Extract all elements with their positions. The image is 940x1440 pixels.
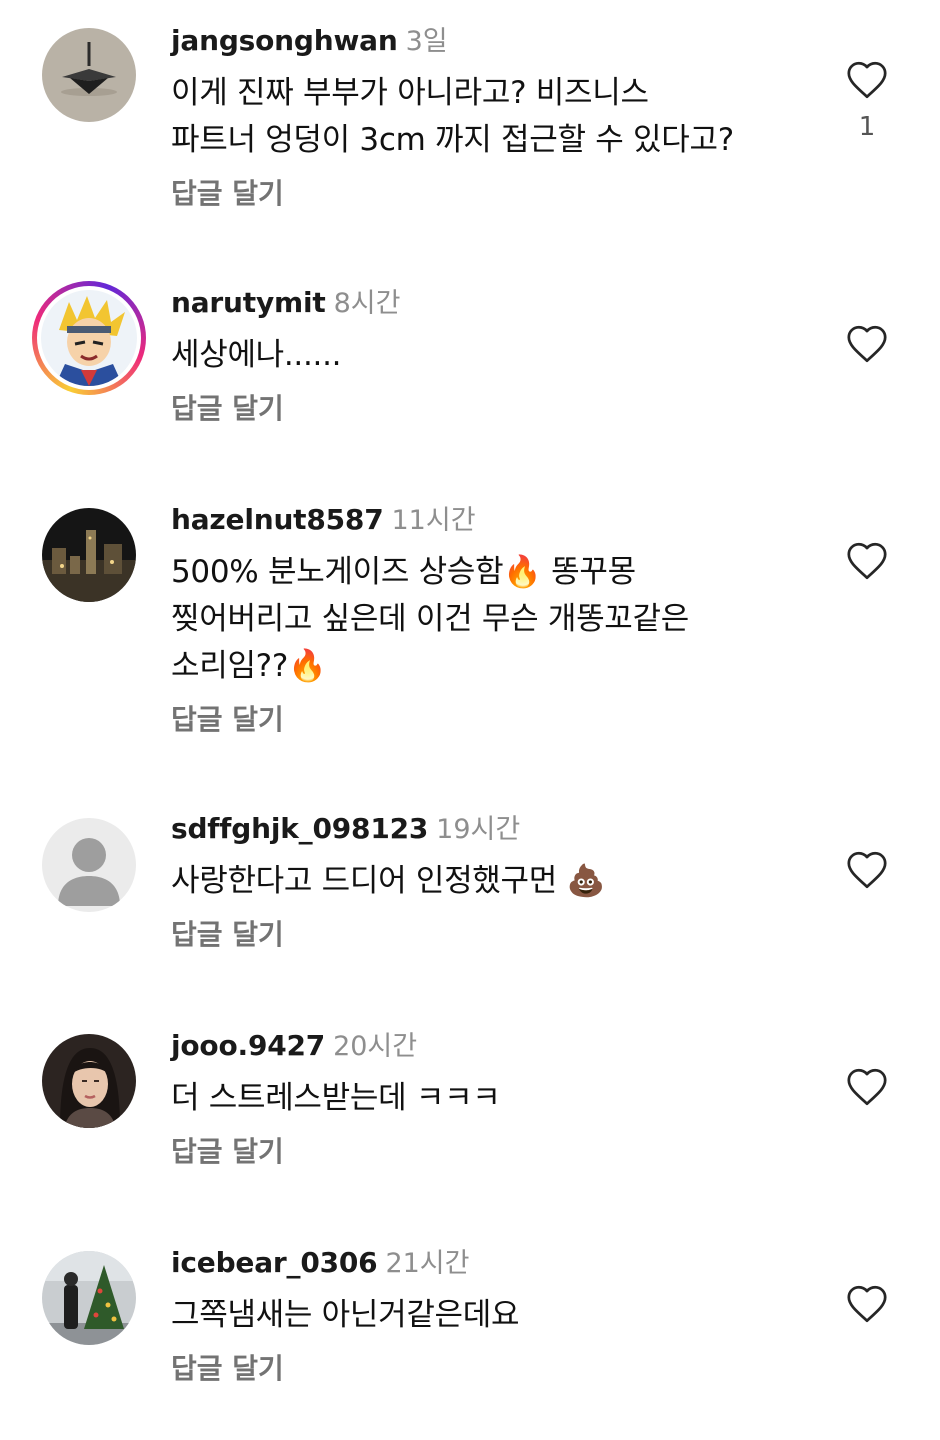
comment-text: 그쪽냄새는 아닌거같은데요 <box>171 1292 811 1339</box>
comment-text-line: 더 스트레스받는데 ㅋㅋㅋ <box>171 1080 501 1116</box>
comment-body: jooo.9427 20시간 더 스트레스받는데 ㅋㅋㅋ 답글 달기 <box>171 1026 811 1172</box>
comment-text-line: 이게 진짜 부부가 아니라고? 비즈니스 <box>171 75 649 111</box>
comment-body: narutymit 8시간 세상에나...... 답글 달기 <box>171 283 811 429</box>
like-button[interactable] <box>845 541 889 581</box>
avatar-icebear_0306[interactable] <box>42 1251 136 1345</box>
like-button[interactable] <box>845 1284 889 1324</box>
heart-icon[interactable] <box>845 1284 889 1324</box>
comment-meta: hazelnut8587 11시간 <box>171 500 811 540</box>
anime-character-avatar <box>41 290 137 386</box>
comment-text-line: 찢어버리고 싶은데 이건 무슨 개똥꼬같은 <box>171 601 689 637</box>
reply-button[interactable]: 답글 달기 <box>171 389 811 429</box>
timestamp: 21시간 <box>385 1248 470 1279</box>
spinning-top-icon <box>42 28 136 122</box>
heart-icon[interactable] <box>845 1067 889 1107</box>
avatar-sdffghjk_098123[interactable] <box>42 818 136 912</box>
avatar-jooo.9427[interactable] <box>42 1034 136 1128</box>
heart-icon[interactable] <box>845 60 889 100</box>
comment-body: icebear_0306 21시간 그쪽냄새는 아닌거같은데요 답글 달기 <box>171 1243 811 1389</box>
timestamp: 8시간 <box>333 288 401 319</box>
comment-meta: icebear_0306 21시간 <box>171 1243 811 1283</box>
comment-text-line: 500% 분노게이즈 상승함🔥 똥꾸몽 <box>171 554 636 590</box>
christmas-tree-avatar <box>42 1251 136 1345</box>
portrait-avatar <box>42 1034 136 1128</box>
comment-text-line: 파트너 엉덩이 3cm 까지 접근할 수 있다고? <box>171 122 734 158</box>
timestamp: 3일 <box>405 26 448 57</box>
timestamp: 19시간 <box>436 814 521 845</box>
comment-meta: jangsonghwan 3일 <box>171 21 811 61</box>
comment-text: 세상에나...... <box>171 332 811 379</box>
comment-text-line: 그쪽냄새는 아닌거같은데요 <box>171 1297 520 1333</box>
heart-icon[interactable] <box>845 324 889 364</box>
default-user-icon <box>42 818 136 912</box>
reply-button[interactable]: 답글 달기 <box>171 1349 811 1389</box>
comment-meta: jooo.9427 20시간 <box>171 1026 811 1066</box>
timestamp: 11시간 <box>391 505 476 536</box>
night-city-avatar <box>42 508 136 602</box>
username[interactable]: jangsonghwan <box>171 24 398 57</box>
comment-text-line: 세상에나...... <box>171 337 342 373</box>
comment-body: sdffghjk_098123 19시간 사랑한다고 드디어 인정했구먼 💩 답글… <box>171 809 811 955</box>
comment-text: 사랑한다고 드디어 인정했구먼 💩 <box>171 858 811 905</box>
comment-text: 더 스트레스받는데 ㅋㅋㅋ <box>171 1075 811 1122</box>
like-count: 1 <box>858 112 876 142</box>
comment-text-line: 사랑한다고 드디어 인정했구먼 💩 <box>171 863 605 899</box>
username[interactable]: hazelnut8587 <box>171 503 384 536</box>
avatar-hazelnut8587[interactable] <box>42 508 136 602</box>
avatar-jangsonghwan[interactable] <box>42 28 136 122</box>
reply-button[interactable]: 답글 달기 <box>171 174 811 214</box>
like-button[interactable] <box>845 324 889 364</box>
like-button[interactable]: 1 <box>845 60 889 142</box>
comment-text-line: 소리임??🔥 <box>171 648 327 684</box>
comment-body: hazelnut8587 11시간 500% 분노게이즈 상승함🔥 똥꾸몽 찢어버… <box>171 500 811 740</box>
comment-text: 이게 진짜 부부가 아니라고? 비즈니스 파트너 엉덩이 3cm 까지 접근할 … <box>171 70 811 164</box>
username[interactable]: icebear_0306 <box>171 1246 378 1279</box>
heart-icon[interactable] <box>845 541 889 581</box>
comment-list: jangsonghwan 3일 이게 진짜 부부가 아니라고? 비즈니스 파트너 … <box>0 0 940 1440</box>
comment-meta: narutymit 8시간 <box>171 283 811 323</box>
reply-button[interactable]: 답글 달기 <box>171 700 811 740</box>
like-button[interactable] <box>845 850 889 890</box>
comment-body: jangsonghwan 3일 이게 진짜 부부가 아니라고? 비즈니스 파트너 … <box>171 21 811 214</box>
comment-text: 500% 분노게이즈 상승함🔥 똥꾸몽 찢어버리고 싶은데 이건 무슨 개똥꼬같… <box>171 549 811 690</box>
username[interactable]: jooo.9427 <box>171 1029 325 1062</box>
like-button[interactable] <box>845 1067 889 1107</box>
username[interactable]: narutymit <box>171 286 326 319</box>
comment-meta: sdffghjk_098123 19시간 <box>171 809 811 849</box>
username[interactable]: sdffghjk_098123 <box>171 812 428 845</box>
story-ring <box>37 286 141 390</box>
reply-button[interactable]: 답글 달기 <box>171 1132 811 1172</box>
heart-icon[interactable] <box>845 850 889 890</box>
timestamp: 20시간 <box>333 1031 418 1062</box>
reply-button[interactable]: 답글 달기 <box>171 915 811 955</box>
avatar-narutymit[interactable] <box>32 281 146 395</box>
